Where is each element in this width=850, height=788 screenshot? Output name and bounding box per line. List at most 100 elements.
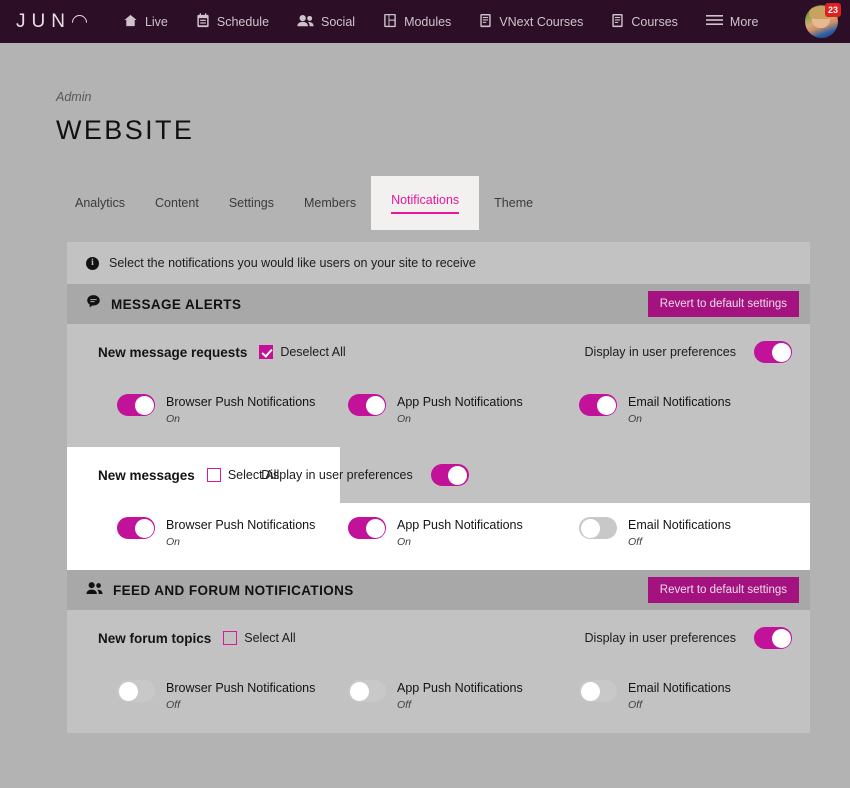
notification-group-new-message-requests: New message requests Deselect All Displa… <box>67 324 810 447</box>
browser-push-toggle[interactable] <box>117 680 155 702</box>
select-all-checkbox[interactable] <box>223 631 238 645</box>
channel-label: Browser Push Notifications <box>166 681 316 695</box>
tab-notifications[interactable]: Notifications <box>371 176 480 230</box>
group-icon <box>86 581 103 600</box>
notification-badge: 23 <box>825 3 841 17</box>
channel-texts: Browser Push Notifications On <box>166 517 315 548</box>
channel-texts: App Push Notifications On <box>397 517 523 548</box>
app-push-toggle[interactable] <box>348 394 386 416</box>
tab-theme-label: Theme <box>494 196 534 210</box>
select-all-label: Deselect All <box>280 345 346 359</box>
tab-content[interactable]: Content <box>140 176 214 230</box>
display-in-user-preferences-toggle[interactable] <box>754 627 792 649</box>
channel-state: On <box>397 536 412 548</box>
app-push-toggle[interactable] <box>348 680 386 702</box>
channel-state: Off <box>628 536 643 548</box>
channel-email: Email Notifications On <box>579 394 810 425</box>
channel-texts: Email Notifications Off <box>628 680 731 711</box>
channel-toggle-row: Browser Push Notifications Off App Push … <box>67 666 810 733</box>
tab-bar: Analytics Content Settings Members Notif… <box>60 176 850 230</box>
modules-icon <box>383 13 397 31</box>
section-header-left: FEED AND FORUM NOTIFICATIONS <box>86 581 354 600</box>
revert-to-default-button[interactable]: Revert to default settings <box>647 291 799 317</box>
notifications-panel: i Select the notifications you would lik… <box>67 242 810 733</box>
toggle-knob <box>365 395 385 415</box>
toggle-knob <box>596 395 616 415</box>
channel-label: App Push Notifications <box>397 681 523 695</box>
app-push-toggle[interactable] <box>348 517 386 539</box>
top-navigation-bar: JUN Live Schedule Social Modules VNext C… <box>0 0 850 43</box>
channel-texts: Browser Push Notifications Off <box>166 680 315 711</box>
hamburger-icon <box>705 14 723 29</box>
group-name: New message requests <box>98 344 248 360</box>
nav-item-social[interactable]: Social <box>283 0 369 43</box>
channel-texts: App Push Notifications Off <box>397 680 523 711</box>
channel-state: Off <box>628 699 643 711</box>
book-icon <box>479 13 492 31</box>
tab-theme[interactable]: Theme <box>479 176 548 230</box>
tab-analytics-label: Analytics <box>75 196 126 210</box>
nav-item-courses[interactable]: Courses <box>597 0 692 43</box>
people-icon <box>297 14 314 30</box>
group-header: New messages Select All Display in user … <box>67 447 810 503</box>
logo-arc-icon <box>68 11 91 34</box>
display-in-user-preferences-control: Display in user preferences <box>585 627 792 649</box>
display-in-user-preferences-toggle[interactable] <box>754 341 792 363</box>
group-header: New message requests Deselect All Displa… <box>67 324 810 380</box>
browser-push-toggle[interactable] <box>117 517 155 539</box>
select-all-control[interactable]: Deselect All <box>259 345 346 359</box>
email-toggle[interactable] <box>579 394 617 416</box>
channel-browser-push: Browser Push Notifications On <box>117 394 348 425</box>
email-toggle[interactable] <box>579 680 617 702</box>
channel-texts: Browser Push Notifications On <box>166 394 315 425</box>
page-inner: Admin WEBSITE Analytics Content Settings… <box>8 43 850 733</box>
toggle-knob <box>771 342 791 362</box>
toggle-knob <box>448 465 468 485</box>
channel-label: Browser Push Notifications <box>166 395 316 409</box>
display-in-user-preferences-toggle[interactable] <box>430 464 469 486</box>
info-icon: i <box>86 256 99 270</box>
avatar-menu[interactable]: 23 <box>805 3 841 38</box>
display-in-user-preferences-control: Display in user preferences <box>585 341 792 363</box>
tab-content-label: Content <box>155 196 199 210</box>
browser-push-toggle[interactable] <box>117 394 155 416</box>
nav-item-schedule[interactable]: Schedule <box>182 0 283 43</box>
juno-logo[interactable]: JUN <box>16 11 91 34</box>
breadcrumb: Admin <box>56 90 92 104</box>
select-all-checkbox[interactable] <box>259 345 274 359</box>
nav-item-modules-label: Modules <box>404 14 452 29</box>
nav-item-live-label: Live <box>144 14 168 29</box>
tab-members[interactable]: Members <box>289 176 371 230</box>
channel-app-push: App Push Notifications On <box>348 517 579 548</box>
revert-to-default-button[interactable]: Revert to default settings <box>647 577 799 603</box>
nav-item-modules[interactable]: Modules <box>369 0 465 43</box>
nav-items: Live Schedule Social Modules VNext Cours… <box>109 0 772 43</box>
channel-texts: Email Notifications Off <box>628 517 731 548</box>
notification-group-new-forum-topics: New forum topics Select All Display in u… <box>67 610 810 733</box>
nav-item-schedule-label: Schedule <box>216 14 270 29</box>
channel-label: Email Notifications <box>628 395 731 409</box>
tab-members-label: Members <box>303 196 357 210</box>
email-toggle[interactable] <box>579 517 617 539</box>
tab-settings-label: Settings <box>228 196 274 210</box>
toggle-knob <box>118 681 138 701</box>
nav-item-courses-label: Courses <box>631 14 678 29</box>
tab-analytics[interactable]: Analytics <box>60 176 140 230</box>
channel-state: On <box>166 413 181 425</box>
display-in-user-preferences-label: Display in user preferences <box>261 468 413 482</box>
channel-label: Email Notifications <box>628 518 731 532</box>
channel-state: On <box>166 536 181 548</box>
channel-state: Off <box>397 699 412 711</box>
select-all-control[interactable]: Select All <box>223 631 296 645</box>
tab-settings[interactable]: Settings <box>214 176 289 230</box>
nav-item-vnext-courses[interactable]: VNext Courses <box>465 0 597 43</box>
channel-label: App Push Notifications <box>397 395 523 409</box>
select-all-checkbox[interactable] <box>206 468 221 482</box>
toggle-knob <box>771 628 791 648</box>
nav-item-more[interactable]: More <box>692 0 772 43</box>
notification-group-new-messages: New messages Select All Display in user … <box>67 447 810 570</box>
nav-item-social-label: Social <box>321 14 356 29</box>
toggle-knob <box>134 518 154 538</box>
nav-item-live[interactable]: Live <box>109 0 182 43</box>
channel-texts: App Push Notifications On <box>397 394 523 425</box>
